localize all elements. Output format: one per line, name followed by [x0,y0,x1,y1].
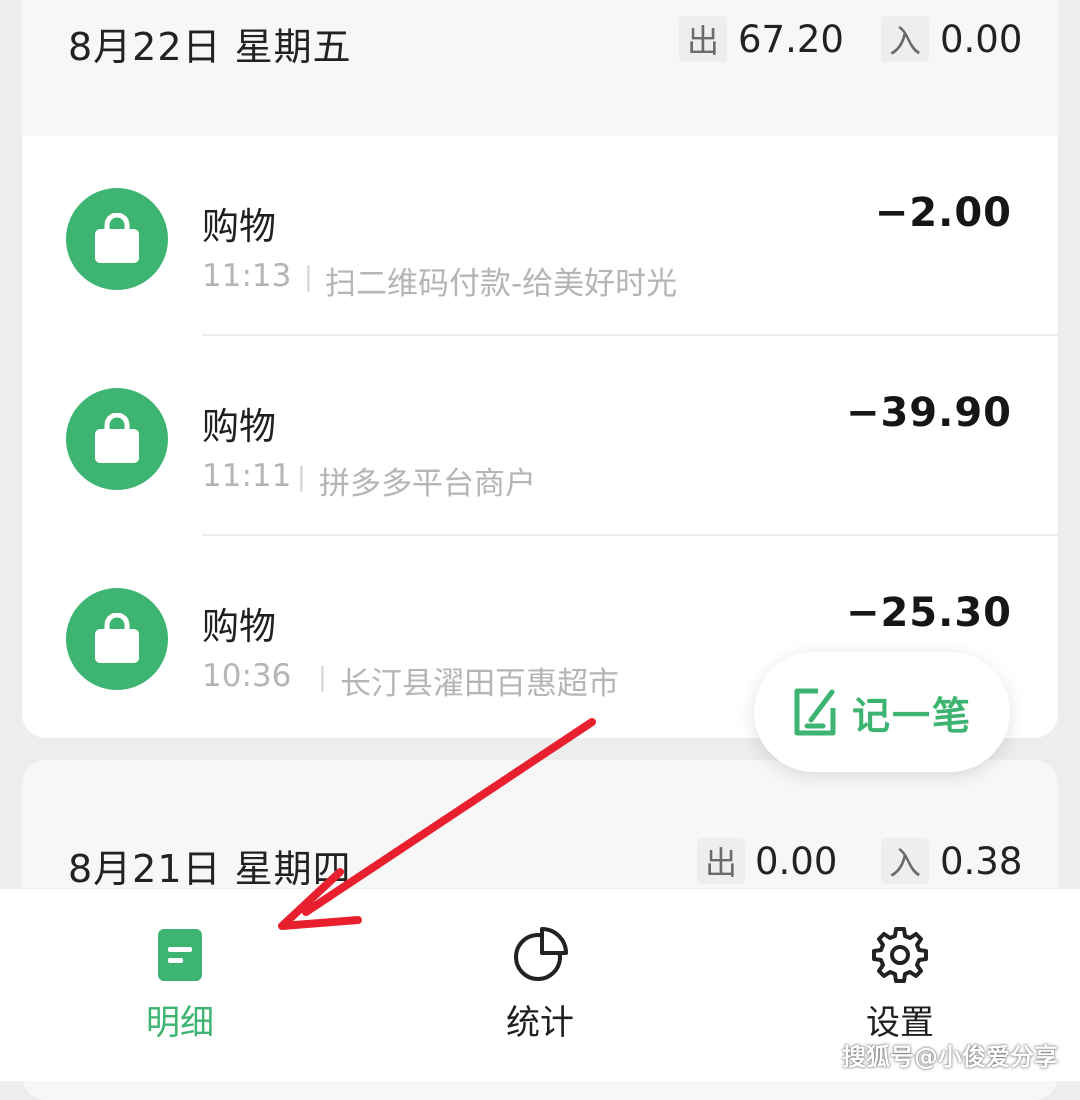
transaction-row[interactable]: 购物 11:13 | 扫二维码付款-给美好时光 −2.00 [22,136,1058,336]
transaction-amount: −2.00 [874,190,1012,236]
transaction-category: 购物 [202,605,276,648]
tab-details[interactable]: 明细 [0,889,360,1081]
watermark: 搜狐号@小俊爱分享 [842,1043,1058,1071]
transaction-description: 拼多多平台商户 [319,466,536,502]
day-date: 8月22日 星期五 [68,25,352,69]
transaction-amount: −39.90 [845,390,1012,436]
day-card-0822: 8月22日 星期五 出 67.20 入 0.00 购物 11:13 | 扫二维码… [22,0,1058,738]
transaction-time: 11:11 [202,458,292,494]
shopping-bag-icon [66,588,168,690]
income-label: 入 [881,838,929,884]
document-icon [158,929,202,981]
tab-label: 明细 [146,1003,214,1043]
separator: | [304,262,313,292]
transaction-description: 长汀县濯田百惠超市 [340,666,619,702]
gear-icon [872,927,928,983]
expense-total: 67.20 [738,18,844,61]
expense-label: 出 [679,16,727,62]
shopping-bag-icon [66,388,168,490]
day-date: 8月21日 星期四 [68,847,352,891]
tab-statistics[interactable]: 统计 [360,889,720,1081]
transaction-category: 购物 [202,205,276,248]
transaction-row[interactable]: 购物 11:11 | 拼多多平台商户 −39.90 [22,336,1058,536]
add-record-button[interactable]: 记一笔 [754,652,1010,772]
shopping-bag-icon [66,188,168,290]
income-total: 0.00 [940,18,1023,61]
transaction-amount: −25.30 [845,590,1012,636]
pie-chart-icon [514,927,568,981]
tab-label: 统计 [506,1003,574,1043]
expense-label: 出 [697,838,745,884]
income-label: 入 [881,16,929,62]
expense-total: 0.00 [755,840,838,883]
separator: | [297,462,306,492]
income-total: 0.38 [940,840,1023,883]
day-header: 8月22日 星期五 出 67.20 入 0.00 [22,0,1058,136]
transaction-description: 扫二维码付款-给美好时光 [325,266,678,302]
transaction-category: 购物 [202,405,276,448]
note-edit-icon [794,688,836,736]
add-record-label: 记一笔 [851,693,972,738]
transaction-time: 10:36 [202,658,292,694]
transaction-time: 11:13 [202,258,292,294]
separator: | [318,662,327,692]
